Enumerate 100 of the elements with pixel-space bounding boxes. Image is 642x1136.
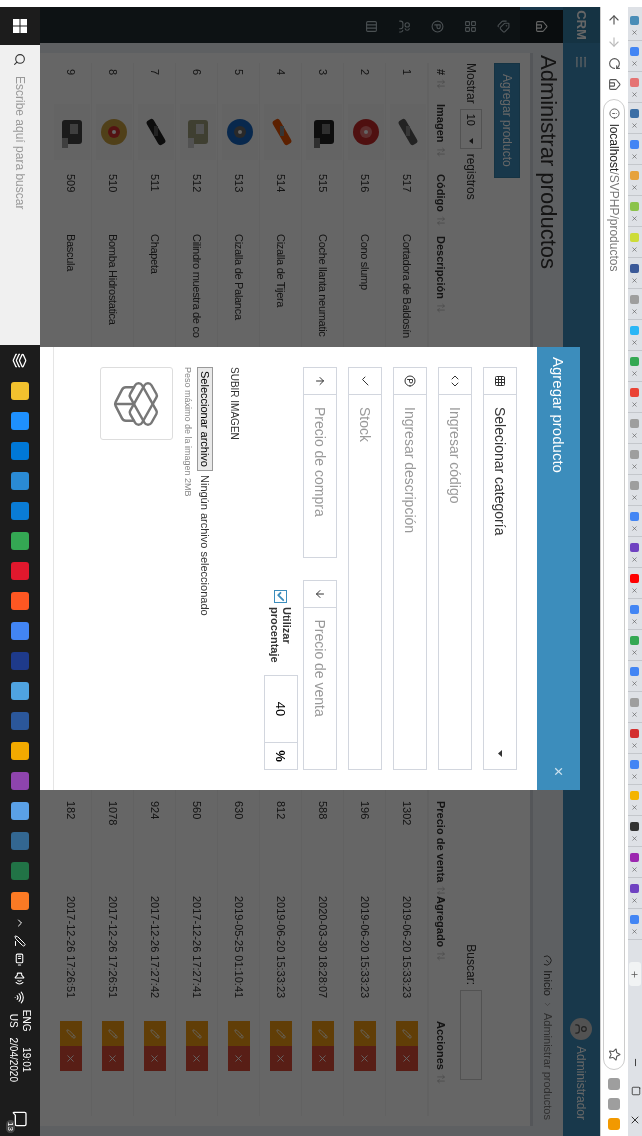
column-header[interactable]: Código xyxy=(435,174,448,212)
language-indicator[interactable]: ENG US xyxy=(7,1009,33,1032)
column-header[interactable]: Agregado xyxy=(435,896,448,948)
pencil-icon xyxy=(401,1028,412,1039)
show-label: Mostrar xyxy=(464,63,478,104)
edit-button[interactable] xyxy=(395,1021,418,1046)
breadcrumb-link[interactable]: Inicio xyxy=(542,970,554,996)
table-cell: 510 xyxy=(92,168,134,230)
star-icon[interactable] xyxy=(608,1048,621,1061)
table-cell: 182 xyxy=(50,795,92,890)
search-input[interactable]: Escribe aquí para buscar xyxy=(12,74,28,337)
checkbox[interactable] xyxy=(274,590,288,603)
pencil-icon xyxy=(234,1028,244,1039)
table-cell: Cortadora de Baldosín xyxy=(400,234,413,338)
task-view-icon[interactable] xyxy=(12,353,28,368)
caret-icon xyxy=(498,750,502,757)
table-cell: 2 xyxy=(344,63,386,98)
table-cell: 515 xyxy=(302,168,344,230)
pencil-icon xyxy=(318,1028,328,1039)
table-cell: 2019-05-25 01:10:41 xyxy=(218,890,260,1015)
table-cell: 630 xyxy=(218,795,260,890)
price-field[interactable]: Precio de venta xyxy=(303,606,337,770)
extension-icon[interactable] xyxy=(608,1078,621,1090)
close-icon[interactable] xyxy=(629,1114,641,1126)
records-label: registros xyxy=(464,153,478,200)
table-cell: 6 xyxy=(176,63,218,98)
delete-button[interactable] xyxy=(144,1046,166,1071)
arrow-down-icon xyxy=(314,587,326,600)
user-avatar[interactable] xyxy=(570,1017,593,1040)
choose-file-button[interactable]: Seleccionar archivo xyxy=(197,367,213,471)
table-cell: 2017-12-26 17:26:51 xyxy=(50,890,92,1015)
sidebar-item[interactable] xyxy=(520,7,563,43)
edit-button[interactable] xyxy=(144,1021,166,1046)
percent-addon: % xyxy=(264,743,298,770)
user-name[interactable]: Administrador xyxy=(574,1045,589,1120)
delete-button[interactable] xyxy=(102,1046,124,1071)
table-cell: Bascula xyxy=(64,234,77,272)
price-field[interactable]: Precio de compra xyxy=(303,394,337,558)
add-product-button[interactable]: Agregar producto xyxy=(494,63,520,178)
menu-icon[interactable] xyxy=(574,55,589,69)
table-cell: Cono slump xyxy=(359,234,371,290)
table-cell: Cizalla de Palanca xyxy=(233,234,245,320)
notification-icon[interactable] xyxy=(12,1111,28,1127)
edit-button[interactable] xyxy=(228,1021,250,1046)
pen-icon[interactable] xyxy=(14,934,26,947)
column-header[interactable]: Imagen xyxy=(435,104,448,143)
column-header[interactable]: Precio de venta xyxy=(435,801,448,883)
edit-button[interactable] xyxy=(102,1021,124,1046)
delete-button[interactable] xyxy=(312,1046,334,1071)
modal-title: Agregar producto xyxy=(550,357,567,473)
home-icon xyxy=(535,20,548,33)
input-field[interactable]: Ingresar descripción xyxy=(393,394,427,770)
clock[interactable]: 19:01 2/04/2020 xyxy=(7,1037,33,1082)
column-header[interactable]: Acciones xyxy=(435,1021,448,1070)
edit-button[interactable] xyxy=(270,1021,292,1046)
edit-button[interactable] xyxy=(354,1021,376,1046)
table-cell: 5 xyxy=(218,63,260,98)
new-tab-button[interactable] xyxy=(629,962,641,986)
reload-icon[interactable] xyxy=(608,57,621,70)
back-icon[interactable] xyxy=(607,13,622,27)
wifi-icon[interactable] xyxy=(13,990,27,1004)
category-select[interactable]: Selecionar categoría xyxy=(483,394,517,770)
column-header[interactable]: Descripción xyxy=(435,236,448,299)
arrow-up-icon xyxy=(314,375,326,387)
page-size-select[interactable]: 10 xyxy=(460,108,482,149)
input-field[interactable]: Ingresar código xyxy=(438,394,472,770)
pencil-icon xyxy=(276,1028,286,1039)
check-icon xyxy=(275,591,287,602)
volume-icon[interactable] xyxy=(13,971,27,985)
region-code: US xyxy=(7,1013,20,1028)
table-cell: 2019-06-20 15:33:23 xyxy=(260,890,302,1015)
close-icon xyxy=(233,1053,245,1064)
delete-button[interactable] xyxy=(228,1046,250,1071)
delete-button[interactable] xyxy=(270,1046,292,1071)
close-button[interactable]: × xyxy=(549,762,568,780)
circle-p-icon xyxy=(404,375,416,387)
edit-button[interactable] xyxy=(186,1021,208,1046)
table-cell: Bomba Hidrostatica xyxy=(107,234,119,325)
taskbar-search[interactable]: Escribe aquí para buscar xyxy=(0,45,40,345)
maximize-icon[interactable] xyxy=(631,1086,641,1096)
table-cell: Coche llanta neumatic xyxy=(317,234,329,337)
delete-button[interactable] xyxy=(59,1046,82,1071)
brand-logo[interactable]: CRM xyxy=(563,7,600,43)
edit-button[interactable] xyxy=(59,1021,82,1046)
delete-button[interactable] xyxy=(395,1046,418,1071)
home-icon[interactable] xyxy=(608,78,621,91)
input-field[interactable]: Stock xyxy=(348,394,382,770)
table-cell: Chapeta xyxy=(149,234,161,274)
table-cell: 2017-12-26 17:26:51 xyxy=(92,890,134,1015)
percentage-field[interactable]: 40 xyxy=(264,675,298,743)
edit-button[interactable] xyxy=(312,1021,334,1046)
table-cell: 516 xyxy=(344,168,386,230)
url-path: /SVPHP/productos xyxy=(607,171,622,272)
checkbox-label: Utilizar procentaje xyxy=(268,607,294,663)
delete-button[interactable] xyxy=(186,1046,208,1071)
extension-icon[interactable] xyxy=(608,1098,621,1110)
table-cell: 8 xyxy=(92,63,134,98)
column-header[interactable]: # xyxy=(435,69,448,76)
delete-button[interactable] xyxy=(354,1046,376,1071)
extension-icon[interactable] xyxy=(608,1118,621,1130)
